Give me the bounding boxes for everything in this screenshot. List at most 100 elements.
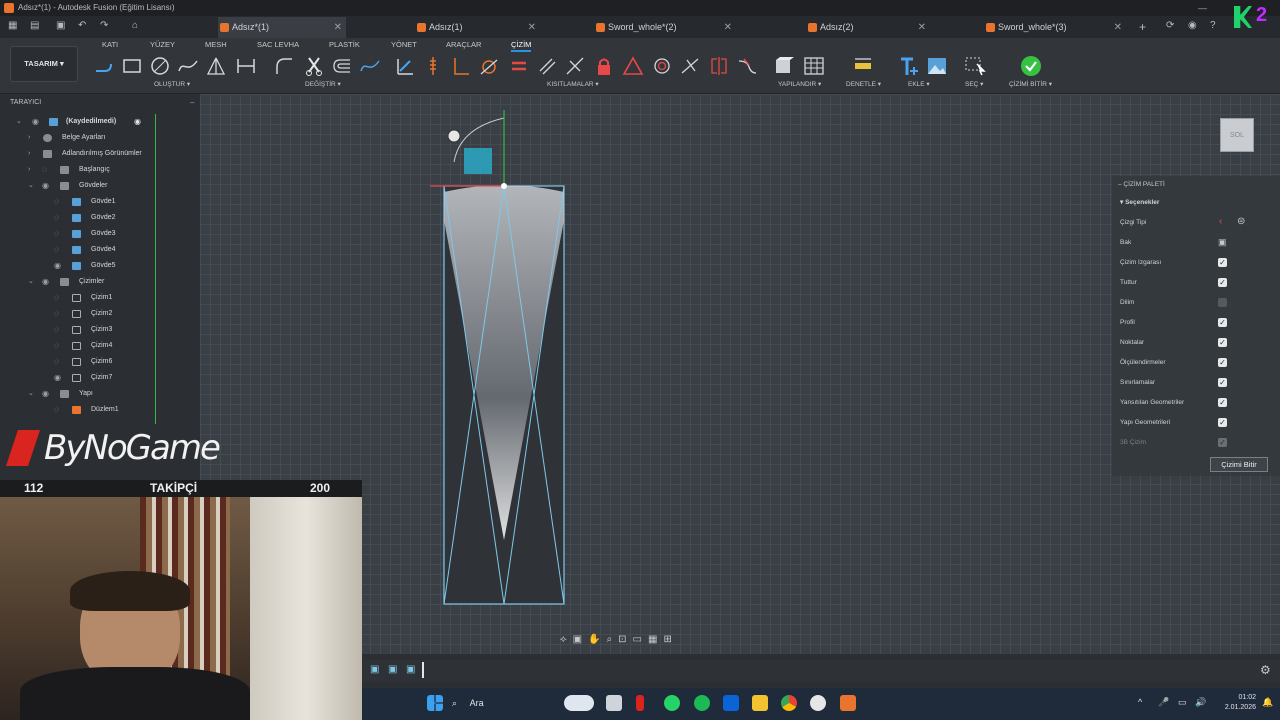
ribbon-tab-mesh[interactable]: MESH <box>205 40 227 49</box>
spline-tool-icon[interactable] <box>176 54 200 78</box>
arc-center-point[interactable] <box>447 129 461 143</box>
profile-checkbox[interactable]: ✓ <box>1218 318 1227 327</box>
notification-icon[interactable]: 🔔 <box>1262 697 1273 708</box>
look-at-icon[interactable]: ▣ <box>1218 237 1227 248</box>
tab-document-5[interactable]: Sword_whole*(3) ✕ <box>984 17 1126 38</box>
trim-tool-icon[interactable] <box>302 54 326 78</box>
snap-checkbox[interactable]: ✓ <box>1218 278 1227 287</box>
whatsapp-icon[interactable] <box>664 695 680 711</box>
chrome-icon[interactable] <box>781 695 797 711</box>
sketch-geometry[interactable] <box>420 100 590 620</box>
undo-icon[interactable]: ↶ <box>78 20 86 31</box>
refresh-icon[interactable]: ⟳ <box>1166 20 1174 31</box>
constraint-symmetry-icon[interactable] <box>707 54 731 78</box>
3d-sketch-checkbox[interactable]: ✓ <box>1218 438 1227 447</box>
timeline-sketch-icon[interactable]: ▣ <box>370 664 379 675</box>
constraint-tangent-icon[interactable] <box>477 54 501 78</box>
ribbon-tab-plastic[interactable]: PLASTİK <box>329 40 360 49</box>
fit-icon[interactable]: ⊡ <box>618 634 626 648</box>
home-icon[interactable]: ⌂ <box>132 20 138 31</box>
minimize-icon[interactable]: — <box>1198 0 1207 16</box>
help-icon[interactable]: ? <box>1210 20 1216 31</box>
rectangle-tool-icon[interactable] <box>120 54 144 78</box>
tab-document-2[interactable]: Adsız(1) ✕ <box>415 17 540 38</box>
collapse-panel-icon[interactable]: – <box>190 98 194 107</box>
dimension-tool-icon[interactable] <box>234 54 258 78</box>
timeline-sketch-icon[interactable]: ▣ <box>406 664 415 675</box>
file-icon[interactable]: ▤ <box>30 20 39 31</box>
slice-checkbox[interactable] <box>1218 298 1227 307</box>
pan-icon[interactable]: ✋ <box>588 634 600 648</box>
constraint-concentric-icon[interactable] <box>650 54 674 78</box>
ribbon-tab-utilities[interactable]: ARAÇLAR <box>446 40 481 49</box>
sketch-grid-checkbox[interactable]: ✓ <box>1218 258 1227 267</box>
constraint-parallel-icon[interactable] <box>535 54 559 78</box>
line-tool-icon[interactable] <box>92 54 116 78</box>
dimensions-checkbox[interactable]: ✓ <box>1218 358 1227 367</box>
configure-table-icon[interactable] <box>802 54 826 78</box>
app-icon-red[interactable] <box>636 695 644 711</box>
ribbon-tab-solid[interactable]: KATI <box>102 40 118 49</box>
finish-sketch-button[interactable]: Çizimi Bitir <box>1210 457 1268 472</box>
grid-menu-icon[interactable]: ▦ <box>8 20 17 31</box>
redo-icon[interactable]: ↷ <box>100 20 108 31</box>
finish-sketch-check-icon[interactable] <box>1019 54 1043 78</box>
look-at-icon[interactable]: ▣ <box>573 634 582 648</box>
constraint-smooth-icon[interactable] <box>678 54 702 78</box>
insert-image-icon[interactable] <box>925 54 949 78</box>
close-icon[interactable]: ✕ <box>918 17 926 38</box>
app-icon-white[interactable] <box>810 695 826 711</box>
configure-icon[interactable] <box>773 54 797 78</box>
new-tab-icon[interactable]: + <box>1139 20 1146 34</box>
ribbon-tab-surface[interactable]: YÜZEY <box>150 40 175 49</box>
offset-tool-icon[interactable] <box>330 54 354 78</box>
linetype-icon[interactable]: ‹ <box>1219 216 1222 227</box>
taskbar-search[interactable]: ⌕ Ara <box>452 694 552 712</box>
constraint-curvature-icon[interactable] <box>735 54 759 78</box>
zoom-icon[interactable]: ⌕ <box>607 634 613 648</box>
close-icon[interactable]: ✕ <box>528 17 536 38</box>
project-tool-icon[interactable] <box>358 54 382 78</box>
workspace-selector[interactable]: TASARIM ▾ <box>10 46 78 82</box>
origin-point[interactable] <box>501 183 507 189</box>
weather-icon[interactable] <box>564 695 594 711</box>
timeline-sketch-icon[interactable]: ▣ <box>388 664 397 675</box>
insert-group-label[interactable]: EKLE ▾ <box>908 80 930 88</box>
constraint-collinear-icon[interactable] <box>563 54 587 78</box>
close-icon[interactable]: ✕ <box>724 17 732 38</box>
measure-icon[interactable] <box>851 54 875 78</box>
viewports-icon[interactable]: ⊞ <box>663 634 671 648</box>
close-icon[interactable]: ✕ <box>334 17 342 38</box>
select-icon[interactable] <box>963 54 987 78</box>
network-icon[interactable]: ▭ <box>1178 697 1187 708</box>
save-icon[interactable]: ▣ <box>56 20 65 31</box>
palette-title[interactable]: – ÇİZİM PALETİ <box>1118 181 1165 188</box>
construction-geometry-checkbox[interactable]: ✓ <box>1218 418 1227 427</box>
constraint-midpoint-icon[interactable] <box>621 54 645 78</box>
outlook-icon[interactable] <box>723 695 739 711</box>
tab-document-4[interactable]: Adsız(2) ✕ <box>806 17 930 38</box>
constraints-checkbox[interactable]: ✓ <box>1218 378 1227 387</box>
ribbon-tab-manage[interactable]: YÖNET <box>391 40 417 49</box>
grid-settings-icon[interactable]: ▦ <box>648 634 657 648</box>
constraint-equal-icon[interactable] <box>507 54 531 78</box>
online-icon[interactable]: ◉ <box>1188 20 1197 31</box>
timeline-settings-icon[interactable]: ⚙ <box>1260 663 1271 677</box>
taskbar-clock[interactable]: 01:02 2.01.2026 <box>1212 693 1256 713</box>
projected-geometry-checkbox[interactable]: ✓ <box>1218 398 1227 407</box>
modify-group-label[interactable]: DEĞİŞTİR ▾ <box>305 80 341 88</box>
constraint-coincident-icon[interactable] <box>393 54 417 78</box>
microphone-icon[interactable]: 🎤 <box>1158 697 1169 708</box>
display-settings-icon[interactable]: ▭ <box>633 634 642 648</box>
constraint-fix-icon[interactable] <box>592 54 616 78</box>
finish-sketch-group-label[interactable]: ÇİZİMİ BİTİR ▾ <box>1009 80 1052 88</box>
orbit-icon[interactable]: ⟡ <box>560 634 567 648</box>
palette-section-options[interactable]: ▾ Seçenekler <box>1120 198 1159 206</box>
mirror-tool-icon[interactable] <box>204 54 228 78</box>
points-checkbox[interactable]: ✓ <box>1218 338 1227 347</box>
file-explorer-icon[interactable] <box>752 695 768 711</box>
ribbon-tab-sketch[interactable]: ÇİZİM <box>511 40 532 52</box>
inspect-group-label[interactable]: DENETLE ▾ <box>846 80 881 88</box>
tab-document-3[interactable]: Sword_whole*(2) ✕ <box>594 17 736 38</box>
task-view-icon[interactable] <box>606 695 622 711</box>
